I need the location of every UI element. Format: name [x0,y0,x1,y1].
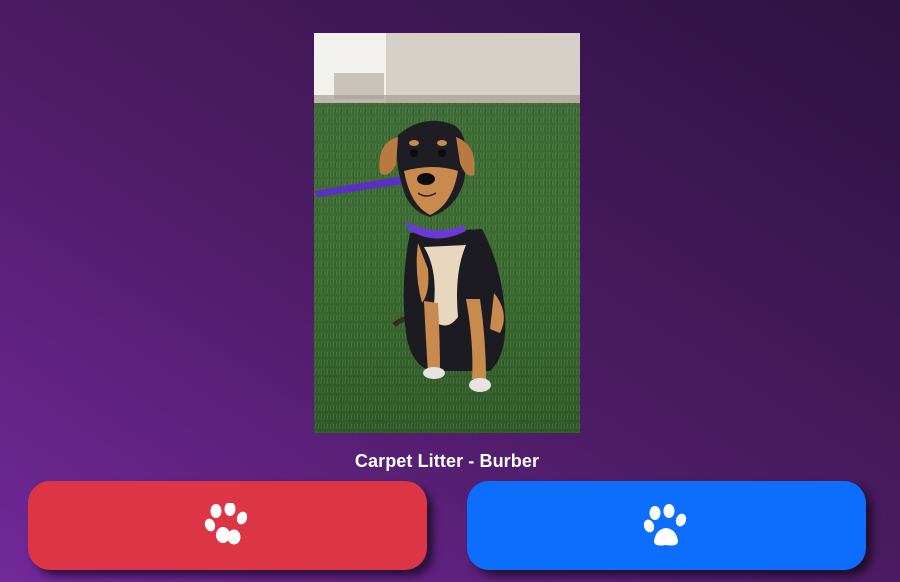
pet-photo [314,33,580,433]
paw-icon [643,503,686,545]
pet-name: Carpet Litter - Burber [354,451,540,471]
paw-button-left[interactable] [28,481,427,570]
paw-icon [204,502,247,544]
paw-button-right[interactable] [467,481,866,570]
